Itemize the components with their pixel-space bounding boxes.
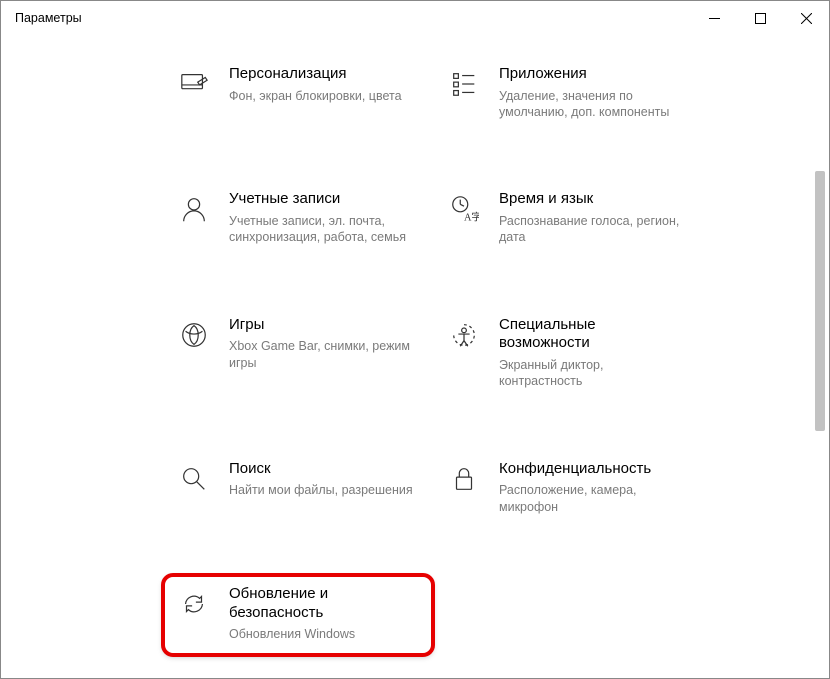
tile-title: Специальные возможности: [499, 316, 689, 354]
tile-update-security[interactable]: Обновление и безопасность Обновления Win…: [163, 575, 433, 655]
window-controls: [691, 1, 829, 35]
settings-content: Персонализация Фон, экран блокировки, цв…: [1, 35, 829, 655]
tile-desc: Учетные записи, эл. почта, синхронизация…: [229, 213, 419, 246]
tile-title: Поиск: [229, 460, 419, 479]
tile-accounts[interactable]: Учетные записи Учетные записи, эл. почта…: [163, 180, 433, 257]
gaming-icon: [177, 318, 211, 352]
tile-ease-of-access[interactable]: Специальные возможности Экранный диктор,…: [433, 306, 703, 402]
search-icon: [177, 462, 211, 496]
privacy-icon: [447, 462, 481, 496]
tile-desc: Удаление, значения по умолчанию, доп. ко…: [499, 88, 689, 121]
tile-desc: Фон, экран блокировки, цвета: [229, 88, 419, 104]
svg-text:A字: A字: [464, 211, 479, 224]
tile-title: Игры: [229, 316, 419, 335]
scrollbar-thumb[interactable]: [815, 171, 825, 431]
tile-title: Конфиденциальность: [499, 460, 689, 479]
personalization-icon: [177, 67, 211, 101]
tile-title: Время и язык: [499, 190, 689, 209]
settings-grid: Персонализация Фон, экран блокировки, цв…: [163, 55, 829, 655]
tile-personalization[interactable]: Персонализация Фон, экран блокировки, цв…: [163, 55, 433, 132]
tile-title: Обновление и безопасность: [229, 585, 419, 623]
window-title: Параметры: [15, 11, 82, 25]
tile-desc: Расположение, камера, микрофон: [499, 482, 689, 515]
accounts-icon: [177, 192, 211, 226]
tile-gaming[interactable]: Игры Xbox Game Bar, снимки, режим игры: [163, 306, 433, 402]
tile-search[interactable]: Поиск Найти мои файлы, разрешения: [163, 450, 433, 527]
minimize-button[interactable]: [691, 1, 737, 35]
tile-title: Персонализация: [229, 65, 419, 84]
apps-icon: [447, 67, 481, 101]
tile-apps[interactable]: Приложения Удаление, значения по умолчан…: [433, 55, 703, 132]
ease-of-access-icon: [447, 318, 481, 352]
tile-title: Учетные записи: [229, 190, 419, 209]
update-security-icon: [177, 587, 211, 621]
close-button[interactable]: [783, 1, 829, 35]
tile-desc: Экранный диктор, контрастность: [499, 357, 689, 390]
tile-privacy[interactable]: Конфиденциальность Расположение, камера,…: [433, 450, 703, 527]
tile-desc: Найти мои файлы, разрешения: [229, 482, 419, 498]
tile-desc: Обновления Windows: [229, 626, 419, 642]
scrollbar[interactable]: [813, 41, 827, 676]
tile-desc: Распознавание голоса, регион, дата: [499, 213, 689, 246]
maximize-button[interactable]: [737, 1, 783, 35]
tile-desc: Xbox Game Bar, снимки, режим игры: [229, 338, 419, 371]
tile-title: Приложения: [499, 65, 689, 84]
tile-time-language[interactable]: A字 Время и язык Распознавание голоса, ре…: [433, 180, 703, 257]
time-language-icon: A字: [447, 192, 481, 226]
